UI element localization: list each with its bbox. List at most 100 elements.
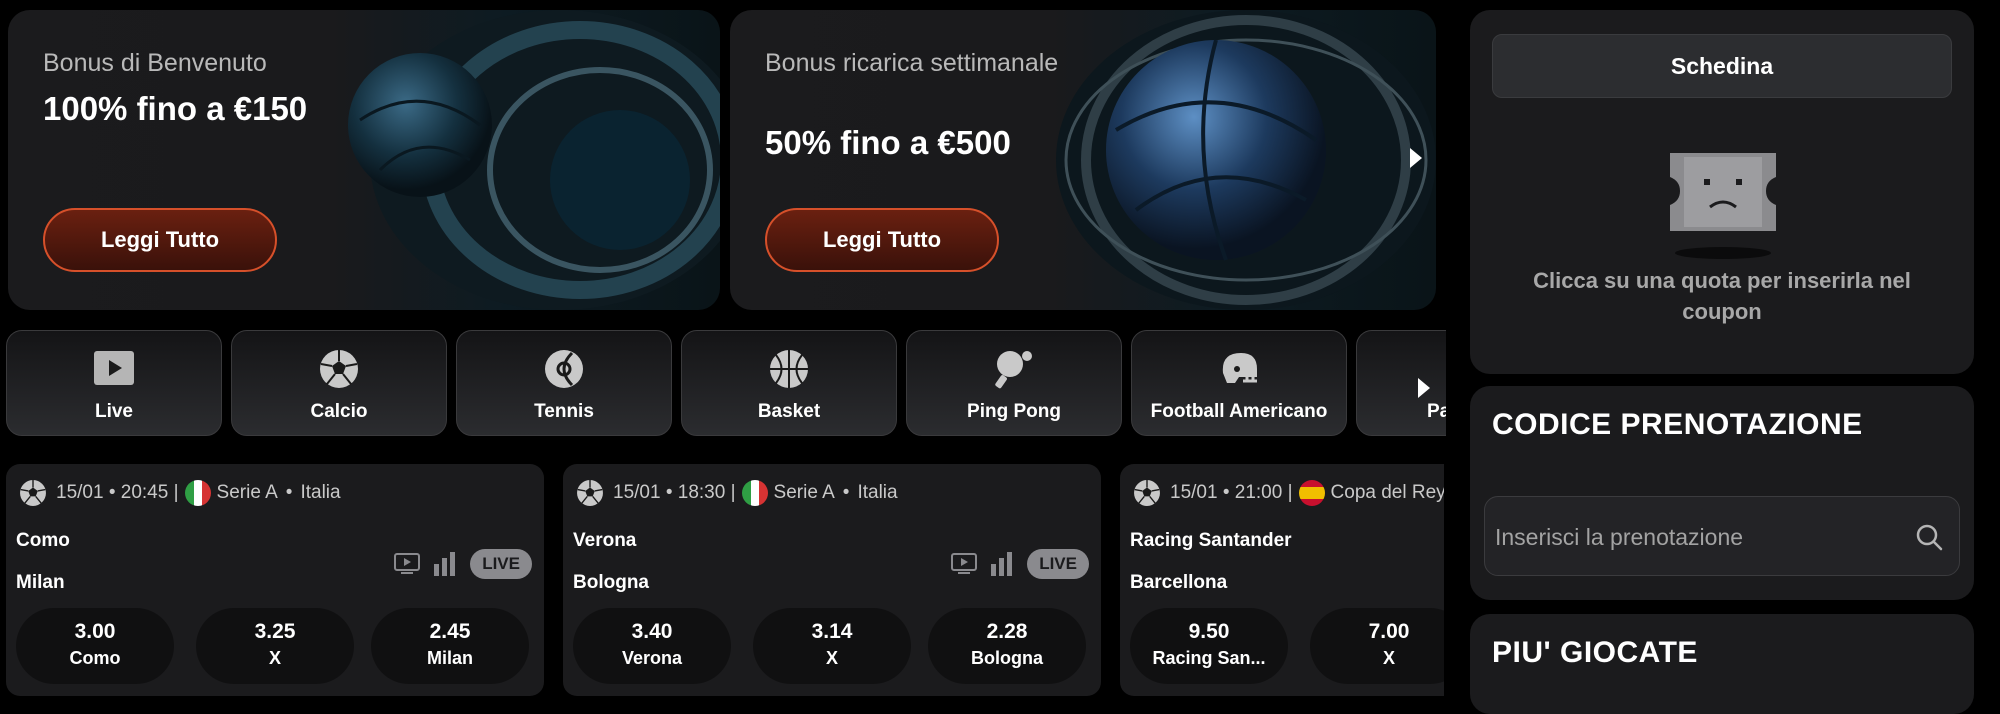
sport-tile-live[interactable]: Live	[6, 330, 222, 436]
stats-bar-chart-icon[interactable]	[432, 552, 458, 576]
banner-headline: 50% fino a €500	[765, 124, 1011, 161]
odds-button-home[interactable]: 3.00 Como	[16, 608, 174, 684]
away-team: Barcellona	[1130, 572, 1228, 593]
separator-dot: •	[842, 482, 850, 503]
sport-label: Pa	[1427, 401, 1446, 422]
away-team: Bologna	[573, 572, 649, 593]
sports-next-arrow-icon[interactable]	[1418, 378, 1430, 398]
booking-code-input[interactable]	[1493, 497, 1897, 577]
odds-label: Bologna	[971, 648, 1043, 668]
betslip-tab[interactable]: Schedina	[1492, 34, 1952, 98]
spain-flag-icon	[1298, 480, 1325, 506]
sport-tile-ping-pong[interactable]: Ping Pong	[906, 330, 1122, 436]
italy-flag-icon	[184, 480, 211, 506]
banner-next-arrow-icon[interactable]	[1410, 148, 1422, 168]
league-name: Serie A	[773, 482, 835, 503]
league-name: Copa del Rey	[1330, 482, 1444, 503]
odds-button-draw[interactable]: 7.00 X	[1310, 608, 1444, 684]
sport-tile-basket[interactable]: Basket	[681, 330, 897, 436]
sport-tile-more[interactable]: Pa	[1356, 330, 1446, 436]
live-badge: LIVE	[470, 549, 532, 579]
match-card[interactable]: 15/01 • 21:00 | Copa del Rey Racing Sant…	[1120, 464, 1444, 696]
odds-value: 9.50	[1188, 620, 1230, 643]
matches-carousel: 15/01 • 20:45 | Serie A • Italia Como Mi…	[6, 464, 1444, 704]
most-played-panel: PIU' GIOCATE	[1470, 614, 1974, 714]
odds-label: X	[1382, 648, 1395, 668]
banner-headline: 100% fino a €150	[43, 90, 308, 127]
away-team: Milan	[16, 572, 65, 593]
sport-label: Basket	[757, 401, 821, 422]
odds-value: 2.28	[986, 620, 1028, 643]
odds-button-draw[interactable]: 3.25 X	[196, 608, 354, 684]
booking-title: CODICE PRENOTAZIONE	[1492, 408, 1863, 441]
match-datetime: 15/01 • 21:00 |	[1170, 482, 1293, 503]
odds-label: Racing San...	[1152, 648, 1266, 668]
odds-value: 3.40	[631, 620, 673, 643]
home-team: Verona	[573, 530, 637, 551]
live-badge: LIVE	[1027, 549, 1089, 579]
odds-button-home[interactable]: 3.40 Verona	[573, 608, 731, 684]
soccer-ball-icon	[20, 480, 46, 506]
promo-banner-welcome[interactable]: Bonus di Benvenuto 100% fino a €150 Legg…	[8, 10, 720, 310]
betslip-panel: Schedina Clicca su una quota per inserir…	[1470, 10, 1974, 374]
home-team: Como	[16, 530, 70, 551]
banner-subtitle: Bonus ricarica settimanale	[765, 49, 1059, 77]
most-played-title: PIU' GIOCATE	[1492, 636, 1698, 669]
odds-label: X	[268, 648, 281, 668]
country-name: Italia	[857, 482, 898, 503]
sports-nav: Live Calcio Tennis Basket Ping Pong Foot…	[6, 330, 1446, 438]
odds-value: 3.00	[74, 620, 116, 643]
roulette-ball-artwork	[348, 10, 720, 310]
sport-tile-calcio[interactable]: Calcio	[231, 330, 447, 436]
country-name: Italia	[300, 482, 341, 503]
match-card[interactable]: 15/01 • 18:30 | Serie A • Italia Verona …	[563, 464, 1101, 696]
odds-label: Milan	[426, 648, 473, 668]
tv-stream-icon[interactable]	[394, 553, 421, 575]
booking-code-panel: CODICE PRENOTAZIONE	[1470, 386, 1974, 600]
home-team: Racing Santander	[1130, 530, 1292, 551]
football-helmet-icon	[1222, 353, 1257, 383]
empty-ticket-icon	[1670, 153, 1776, 259]
odds-button-draw[interactable]: 3.14 X	[753, 608, 911, 684]
odds-value: 2.45	[429, 620, 471, 643]
soccer-ball-icon	[577, 480, 603, 506]
search-icon[interactable]	[1915, 523, 1943, 551]
sport-tile-tennis[interactable]: Tennis	[456, 330, 672, 436]
banner-subtitle: Bonus di Benvenuto	[43, 49, 267, 77]
match-header: 15/01 • 18:30 | Serie A • Italia	[575, 477, 898, 509]
odds-value: 3.14	[811, 620, 853, 643]
sport-label: Calcio	[310, 401, 368, 422]
match-header: 15/01 • 20:45 | Serie A • Italia	[18, 477, 341, 509]
odds-button-home[interactable]: 9.50 Racing San...	[1130, 608, 1288, 684]
sport-label: Ping Pong	[967, 401, 1061, 422]
read-more-button[interactable]: Leggi Tutto	[43, 208, 277, 272]
stats-bar-chart-icon[interactable]	[989, 552, 1015, 576]
separator-dot: •	[285, 482, 293, 503]
odds-label: Verona	[621, 648, 683, 668]
tennis-ball-icon	[545, 350, 583, 388]
match-card[interactable]: 15/01 • 20:45 | Serie A • Italia Como Mi…	[6, 464, 544, 696]
betslip-empty-message: Clicca su una quota per inserirla nel co…	[1533, 268, 1911, 324]
odds-button-away[interactable]: 2.28 Bologna	[928, 608, 1086, 684]
basketball-icon	[770, 350, 808, 388]
promo-banner-reload[interactable]: Bonus ricarica settimanale 50% fino a €5…	[730, 10, 1436, 310]
ping-pong-icon	[995, 351, 1032, 389]
booking-input-wrapper	[1484, 496, 1960, 577]
sport-tile-football-americano[interactable]: Football Americano	[1131, 330, 1347, 436]
sport-label: Live	[94, 401, 134, 422]
odds-button-away[interactable]: 2.45 Milan	[371, 608, 529, 684]
match-actions: LIVE	[394, 549, 532, 579]
league-name: Serie A	[216, 482, 278, 503]
football-artwork	[1056, 10, 1436, 310]
match-datetime: 15/01 • 20:45 |	[56, 482, 179, 503]
match-actions: LIVE	[951, 549, 1089, 579]
soccer-ball-icon	[320, 350, 358, 388]
sport-label: Tennis	[534, 401, 594, 422]
match-datetime: 15/01 • 18:30 |	[613, 482, 736, 503]
sport-label: Football Americano	[1150, 401, 1328, 422]
odds-label: X	[825, 648, 838, 668]
match-header: 15/01 • 21:00 | Copa del Rey	[1132, 477, 1444, 509]
read-more-button[interactable]: Leggi Tutto	[765, 208, 999, 272]
soccer-ball-icon	[1134, 480, 1160, 506]
tv-stream-icon[interactable]	[951, 553, 978, 575]
